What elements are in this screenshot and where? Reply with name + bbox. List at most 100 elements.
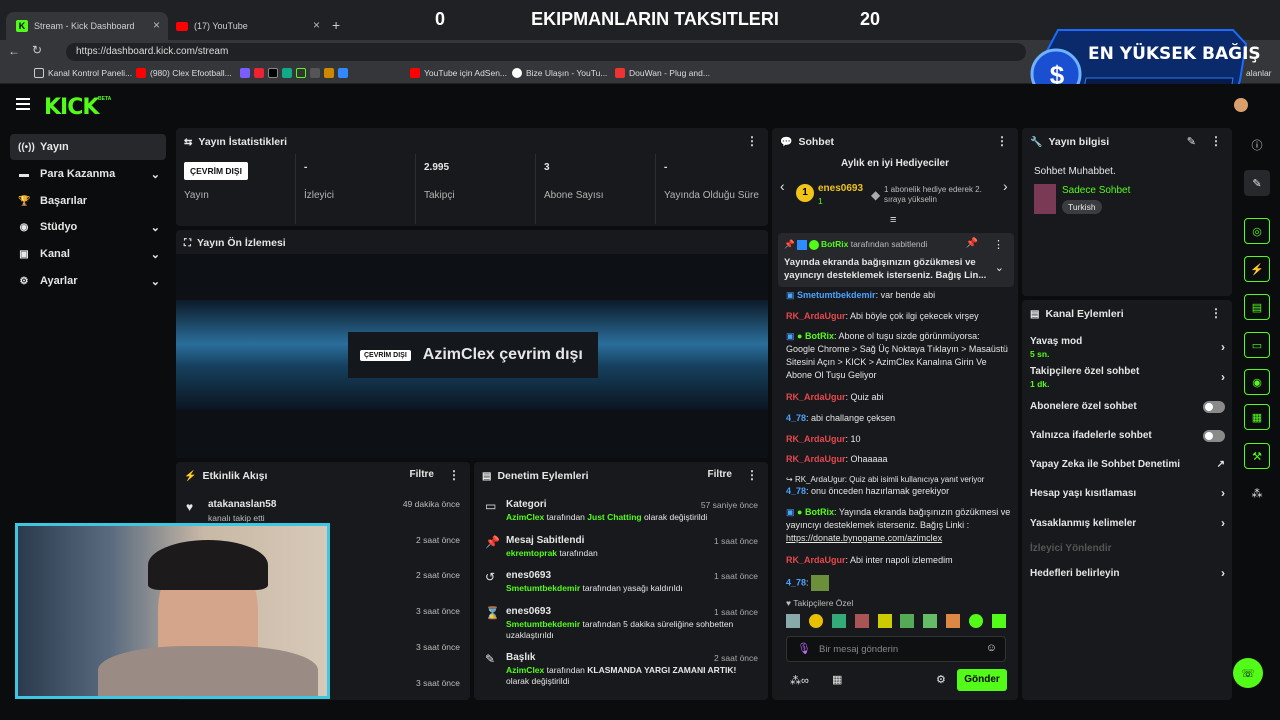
close-tab-icon[interactable]: ×: [313, 18, 320, 32]
gear-icon[interactable]: ⚙: [936, 673, 946, 686]
tab-kick-dashboard[interactable]: K Stream - Kick Dashboard ×: [6, 12, 168, 40]
chevron-left-icon[interactable]: ‹: [780, 178, 785, 194]
bookmark-icon[interactable]: [282, 68, 292, 78]
send-button[interactable]: Gönder: [957, 669, 1007, 691]
x-icon[interactable]: [268, 68, 278, 78]
action-banned-words[interactable]: Yasaklanmış kelimeler ›: [1030, 516, 1225, 532]
more-options-icon[interactable]: ⋮: [996, 134, 1008, 148]
more-options-icon[interactable]: ⋮: [1210, 306, 1222, 320]
url-input[interactable]: https://dashboard.kick.com/stream: [66, 43, 1026, 61]
edit-icon[interactable]: ✎: [1244, 170, 1270, 196]
filter-button[interactable]: Filtre: [708, 469, 732, 480]
broadcast-icon[interactable]: ◉: [1244, 369, 1270, 395]
lightning-icon[interactable]: ⚡: [1244, 256, 1270, 282]
subscribers-only-toggle[interactable]: [1203, 401, 1225, 413]
chat-input[interactable]: Bir mesaj gönderin: [819, 644, 898, 655]
chat-user[interactable]: RK_ArdaUgur: [786, 311, 846, 321]
chat-user[interactable]: RK_ArdaUgur: [786, 454, 846, 464]
tag-badge[interactable]: Turkish: [1062, 200, 1102, 214]
bookmark-item[interactable]: YouTube için AdSen...: [410, 68, 507, 78]
activity-user[interactable]: atakanaslan58: [208, 499, 276, 510]
chat-user[interactable]: 4_78: [786, 577, 806, 587]
reload-icon[interactable]: ↻: [32, 43, 42, 57]
chat-user[interactable]: 4_78: [786, 413, 806, 423]
chat-user[interactable]: RK_ArdaUgur: [786, 555, 846, 565]
emote-icon[interactable]: [923, 614, 938, 628]
store-icon[interactable]: ▦: [832, 673, 842, 686]
sidebar-item-kanal[interactable]: ▣ Kanal ⌄: [10, 241, 166, 267]
apps-icon[interactable]: ⁂: [1244, 480, 1270, 506]
chat-user[interactable]: BotRix: [805, 331, 834, 341]
chat-user[interactable]: RK_ArdaUgur: [786, 392, 846, 402]
sidebar-item-yayin[interactable]: ((•)) Yayın: [10, 134, 166, 160]
points-icon[interactable]: ⁂∞: [790, 674, 809, 687]
chevron-down-icon[interactable]: ⌄: [995, 261, 1004, 274]
close-tab-icon[interactable]: ×: [153, 18, 160, 32]
bookmark-item[interactable]: (980) Clex Efootball...: [136, 68, 232, 78]
pinned-user[interactable]: BotRix: [821, 239, 848, 249]
chat-icon[interactable]: ▭: [1244, 332, 1270, 358]
avatar[interactable]: [1234, 98, 1248, 112]
more-options-icon[interactable]: ⋮: [746, 468, 758, 482]
bookmark-item[interactable]: Bize Ulaşın - YouTu...: [512, 68, 607, 78]
filter-button[interactable]: Filtre: [410, 469, 434, 480]
emote-icon[interactable]: [854, 614, 869, 628]
layout-icon[interactable]: ▦: [1244, 404, 1270, 430]
emote-icon[interactable]: [991, 614, 1006, 628]
chat-user[interactable]: Smetumtbekdemir: [797, 290, 876, 300]
emote-icon[interactable]: [900, 614, 915, 628]
category-name[interactable]: Sadece Sohbet: [1062, 185, 1130, 196]
info-icon[interactable]: ⓘ: [1244, 132, 1270, 158]
wrench-icon[interactable]: ⚒: [1244, 443, 1270, 469]
preview-frame[interactable]: ÇEVRİM DIŞI AzimClex çevrim dışı: [176, 254, 768, 458]
action-goals[interactable]: Hedefleri belirleyin ›: [1030, 566, 1225, 582]
bookmark-item[interactable]: DouWan - Plug and...: [615, 68, 710, 78]
more-options-icon[interactable]: ⋮: [448, 468, 460, 482]
bookmark-item[interactable]: Kanal Kontrol Paneli...: [34, 68, 132, 78]
chat-user[interactable]: RK_ArdaUgur: [786, 434, 846, 444]
sidebar-item-ayarlar[interactable]: ⚙ Ayarlar ⌄: [10, 268, 166, 294]
emoji-icon[interactable]: ☺: [986, 642, 997, 654]
collapse-icon[interactable]: ≡: [890, 214, 896, 226]
sidebar-item-studyo[interactable]: ◉ Stüdyo ⌄: [10, 214, 166, 240]
sidebar-item-basarilar[interactable]: 🏆 Başarılar: [10, 188, 166, 214]
mod-tool-icon[interactable]: ◎: [1244, 218, 1270, 244]
hamburger-menu-icon[interactable]: [16, 98, 30, 110]
action-account-age[interactable]: Hesap yaşı kısıtlaması ›: [1030, 486, 1225, 502]
action-followers-only[interactable]: Takipçilere özel sohbet 1 dk. ›: [1030, 366, 1225, 392]
tab-youtube[interactable]: (17) YouTube ×: [166, 12, 328, 40]
sidebar-item-para-kazanma[interactable]: ▬ Para Kazanma ⌄: [10, 161, 166, 187]
chat-user[interactable]: 4_78: [786, 486, 806, 496]
more-options-icon[interactable]: ⋮: [1210, 134, 1222, 148]
more-options-icon[interactable]: ⋮: [746, 134, 758, 148]
emote-icon[interactable]: [946, 614, 961, 628]
emote-only-toggle[interactable]: [1203, 430, 1225, 442]
action-slow-mode[interactable]: Yavaş mod 5 sn. ›: [1030, 336, 1225, 362]
top-gifter-name[interactable]: enes0693: [818, 183, 863, 194]
bookmark-icon[interactable]: [338, 68, 348, 78]
donate-link[interactable]: https://donate.bynogame.com/azimclex: [786, 533, 942, 543]
bookmark-icon[interactable]: [324, 68, 334, 78]
bookmark-icon[interactable]: [254, 68, 264, 78]
mic-icon[interactable]: 🎙: [797, 642, 811, 655]
bookmark-icon[interactable]: [296, 68, 306, 78]
kick-logo[interactable]: KICK: [44, 95, 99, 120]
chevron-right-icon[interactable]: ›: [1003, 178, 1008, 194]
pin-icon[interactable]: 📌: [966, 238, 978, 249]
back-icon[interactable]: ←: [8, 44, 20, 58]
activity-time: 49 dakika önce: [402, 499, 460, 509]
support-icon[interactable]: ☏: [1233, 658, 1263, 688]
new-tab-icon[interactable]: +: [332, 17, 340, 33]
emote-icon[interactable]: [877, 614, 892, 628]
emote-icon[interactable]: [808, 614, 823, 628]
bookmark-icon[interactable]: [310, 68, 320, 78]
emote-icon[interactable]: [831, 614, 846, 628]
emote-icon[interactable]: [969, 614, 983, 628]
emote-icon[interactable]: [786, 614, 800, 628]
chat-user[interactable]: BotRix: [805, 507, 834, 517]
document-icon[interactable]: ▤: [1244, 294, 1270, 320]
more-options-icon[interactable]: ⋮: [993, 238, 1004, 251]
edit-icon[interactable]: ✎: [1187, 135, 1196, 148]
action-ai-moderation[interactable]: Yapay Zeka ile Sohbet Denetimi ↗: [1030, 459, 1225, 473]
bookmark-icon[interactable]: [240, 68, 250, 78]
